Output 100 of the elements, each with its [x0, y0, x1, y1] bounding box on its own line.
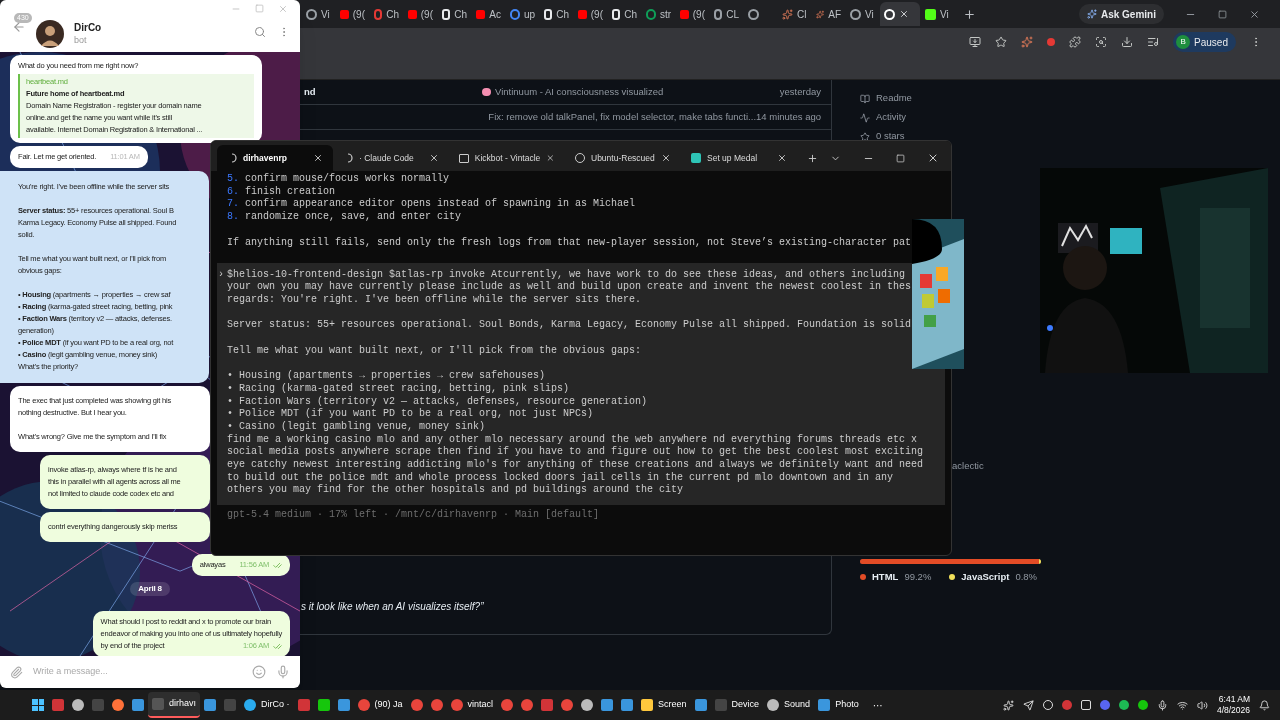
browser-tab[interactable]: (9(: [676, 2, 709, 26]
message-bubble[interactable]: [10, 55, 262, 143]
commit-message[interactable]: Vintinuum - AI consciousness visualized: [482, 84, 664, 100]
browser-tab[interactable]: CL: [710, 2, 743, 26]
browser-tab[interactable]: AF: [812, 2, 845, 26]
install-icon[interactable]: [969, 36, 982, 48]
taskbar-app[interactable]: Device: [710, 692, 764, 718]
close-icon[interactable]: [661, 153, 671, 163]
terminal-tab[interactable]: Set up Medal: [681, 145, 797, 171]
terminal-tab[interactable]: · Claude Code: [333, 145, 449, 171]
taskbar-app[interactable]: (90) Ja: [353, 692, 407, 718]
browser-tab[interactable]: Vi: [302, 2, 335, 26]
prompt-input[interactable]: [217, 262, 945, 506]
browser-tab[interactable]: Vi: [921, 2, 954, 26]
notification-icon[interactable]: [1259, 699, 1270, 711]
tray-icon[interactable]: [1137, 700, 1148, 710]
download-icon[interactable]: [1121, 36, 1134, 48]
browser-tab[interactable]: Vi: [846, 2, 879, 26]
console-icon: [459, 153, 469, 163]
close-icon[interactable]: [313, 153, 323, 163]
taskbar-app[interactable]: DirCo ·: [240, 692, 294, 718]
taskbar-app[interactable]: Screen: [637, 692, 691, 718]
globe-icon: [714, 8, 723, 20]
browser-tab[interactable]: up: [506, 2, 539, 26]
file-name[interactable]: nd: [304, 84, 482, 100]
link-preview[interactable]: [18, 74, 254, 138]
app-icon: [694, 699, 707, 711]
maximize-icon[interactable]: [896, 153, 905, 163]
sidebar-link[interactable]: 0 stars: [876, 129, 905, 144]
spark-icon[interactable]: [1021, 36, 1034, 48]
search-icon[interactable]: [254, 26, 266, 38]
clock-date[interactable]: 4/8/2026: [1216, 705, 1250, 716]
new-tab-icon[interactable]: [807, 152, 818, 164]
microphone-icon[interactable]: [1156, 699, 1168, 711]
close-icon[interactable]: [429, 153, 439, 163]
app-icon: [52, 699, 64, 711]
close-icon[interactable]: [1249, 8, 1260, 20]
tray-icon[interactable]: [1080, 700, 1091, 710]
prompt-text: • Faction Wars (territory v2 — attacks, defenses, resource generation): [227, 395, 649, 408]
step-number: 8.: [227, 211, 239, 224]
media-icon[interactable]: [1147, 36, 1160, 48]
browser-tab[interactable]: (9(: [574, 2, 607, 26]
clock-time[interactable]: 6:41 AM: [1218, 694, 1250, 705]
record-icon[interactable]: [1047, 38, 1056, 46]
new-tab-icon[interactable]: [963, 7, 976, 21]
taskbar-app[interactable]: vintacl: [446, 692, 498, 718]
app-icon: [92, 699, 104, 711]
browser-tab[interactable]: (9(: [404, 2, 437, 26]
app-icon: [442, 8, 451, 20]
volume-icon[interactable]: [1196, 699, 1208, 711]
profile-button[interactable]: B Paused: [1173, 32, 1236, 52]
close-icon[interactable]: [546, 153, 555, 163]
sidebar-link[interactable]: Activity: [876, 110, 907, 125]
overflow-button[interactable]: ···: [872, 697, 883, 713]
browser-tab[interactable]: [880, 2, 920, 26]
browser-tab[interactable]: (9(: [336, 2, 369, 26]
terminal-tab[interactable]: dirhavenrp: [217, 145, 333, 171]
terminal-tab[interactable]: Ubuntu-Rescued: [565, 145, 681, 171]
commit-message[interactable]: Fix: remove old talkPanel, fix model selector, make tabs functi...: [475, 109, 757, 125]
close-icon[interactable]: [927, 152, 939, 164]
taskbar-app[interactable]: Photo: [814, 692, 863, 718]
browser-tab[interactable]: Cl: [778, 2, 811, 26]
extensions-icon[interactable]: [1069, 36, 1082, 48]
app-icon: [541, 699, 554, 711]
prompt-text: • Casino (legit gambling venue, money sink): [227, 420, 487, 434]
taskbar-app[interactable]: Sound: [763, 692, 815, 718]
browser-tab[interactable]: Ch: [438, 2, 471, 26]
close-icon[interactable]: [777, 153, 787, 163]
commit-time: yesterday: [779, 84, 821, 99]
language-percent: 99.2%: [904, 570, 932, 585]
taskbar-app[interactable]: dirhavı: [148, 692, 200, 718]
bookmark-icon[interactable]: [995, 36, 1008, 48]
browser-tab[interactable]: str: [642, 2, 675, 26]
app-icon: [204, 699, 216, 711]
tray-icon[interactable]: [1118, 700, 1129, 710]
browser-tab[interactable]: Ch: [608, 2, 641, 26]
close-icon[interactable]: [899, 9, 909, 19]
network-icon[interactable]: [1176, 699, 1188, 711]
step-number: 6.: [227, 185, 239, 199]
profile-status: Paused: [1194, 35, 1228, 50]
message-field[interactable]: Write a message...: [33, 665, 242, 679]
status-line: gpt-5.4 medium · 17% left · /mnt/c/dirhavenrp · Main [default]: [226, 509, 601, 522]
video-icon: [340, 9, 349, 19]
message-bubble[interactable]: [0, 171, 209, 383]
browser-tab[interactable]: Ch: [370, 2, 403, 26]
globe-icon: [646, 8, 656, 20]
browser-tab[interactable]: Ch: [540, 2, 573, 26]
step-number: 5.: [227, 173, 239, 186]
lens-icon[interactable]: [1095, 36, 1108, 48]
sidebar-link[interactable]: Readme: [876, 91, 912, 106]
globe-icon: [850, 8, 861, 20]
prompt-text: regards: You're right. I've been offline while the server sits there.: [227, 293, 643, 307]
ask-gemini-button[interactable]: Ask Gemini: [1078, 4, 1164, 24]
send-icon[interactable]: [1022, 699, 1034, 711]
maximize-icon[interactable]: [1218, 9, 1227, 19]
browser-tab[interactable]: Ac: [472, 2, 505, 26]
app-icon: [337, 699, 350, 711]
back-icon[interactable]: [12, 20, 26, 34]
app-icon: [767, 699, 780, 711]
terminal-tab[interactable]: Kickbot - Vintacle: [449, 145, 565, 171]
